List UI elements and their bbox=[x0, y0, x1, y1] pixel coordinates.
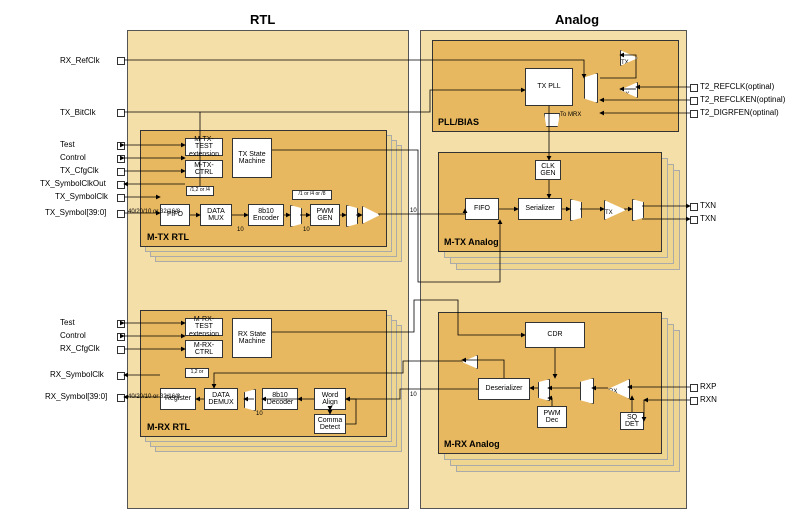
portbox bbox=[117, 142, 125, 150]
diagram-root: RTL Analog M-TX RTL M-TX-TEST extension … bbox=[0, 0, 809, 521]
bus-width-10-c: 10 bbox=[256, 411, 263, 417]
port-tx-cfgclk: TX_CfgClk bbox=[60, 166, 99, 175]
port-rx-test: Test bbox=[60, 318, 75, 327]
block-8b10-dec: 8b10 Decoder bbox=[262, 388, 298, 410]
block-mtx-ctrl: M-TX- CTRL bbox=[185, 160, 223, 178]
portbox bbox=[690, 216, 698, 224]
port-t2-refclk: T2_REFCLK(optinal) bbox=[700, 82, 774, 91]
portbox bbox=[117, 210, 125, 218]
block-mrx-test: M-RX-TEST extension bbox=[185, 318, 223, 336]
bus-width-10-mid: 10 bbox=[410, 208, 417, 214]
block-sq-det: SQ DET bbox=[620, 412, 644, 430]
block-data-mux: DATA MUX bbox=[200, 204, 232, 226]
block-pwm-dec: PWM Dec bbox=[537, 406, 567, 428]
portbox bbox=[690, 203, 698, 211]
port-txn-2: TXN bbox=[700, 214, 716, 223]
label-mtx-analog: M-TX Analog bbox=[444, 237, 499, 247]
portbox bbox=[690, 84, 698, 92]
portbox bbox=[690, 110, 698, 118]
bus-40-20-10-a: 40/20/10 or 32/16/8 bbox=[128, 209, 180, 215]
block-word-align: Word Align bbox=[314, 388, 346, 410]
block-fifo-analog: FIFO bbox=[465, 198, 499, 220]
bus-width-10-rx: 10 bbox=[410, 392, 417, 398]
port-rx-symbolclk: RX_SymbolClk bbox=[50, 370, 104, 379]
portbox bbox=[117, 394, 125, 402]
port-tx-test: Test bbox=[60, 140, 75, 149]
mux-tx-out bbox=[632, 199, 644, 221]
demux-trap bbox=[244, 389, 256, 411]
port-t2-digrfen: T2_DIGRFEN(optinal) bbox=[700, 108, 779, 117]
portbox bbox=[117, 346, 125, 354]
mux-post-pwm bbox=[346, 205, 358, 227]
block-comma-detect: Comma Detect bbox=[314, 414, 346, 434]
portbox bbox=[117, 372, 125, 380]
block-serializer: Serializer bbox=[518, 198, 562, 220]
portbox bbox=[690, 384, 698, 392]
divider-rx-12: 1,2 or bbox=[185, 368, 209, 378]
label-mtx-rtl: M-TX RTL bbox=[147, 232, 189, 242]
block-tx-state: TX State Machine bbox=[232, 138, 272, 178]
block-clk-gen: CLK GEN bbox=[535, 160, 561, 180]
portbox bbox=[117, 168, 125, 176]
port-tx-symbol: TX_Symbol[39:0] bbox=[45, 208, 106, 217]
portbox bbox=[117, 57, 125, 65]
block-8b10-enc: 8b10 Encoder bbox=[248, 204, 284, 226]
bus-width-10-b: 10 bbox=[303, 227, 310, 233]
mux-rx-src bbox=[580, 378, 594, 404]
port-t2-refclken: T2_REFCLKEN(optinal) bbox=[700, 95, 785, 104]
block-mrx-ctrl: M-RX- CTRL bbox=[185, 340, 223, 358]
to-mrx-label: To MRX bbox=[560, 112, 581, 118]
portbox bbox=[117, 194, 125, 202]
block-data-demux: DATA DEMUX bbox=[204, 388, 238, 410]
mux-to-mrx bbox=[544, 113, 560, 127]
port-txn-1: TXN bbox=[700, 201, 716, 210]
bus-40-20-10-b: 40/20/10 or 32/16/8 bbox=[128, 394, 180, 400]
port-rxn: RXN bbox=[700, 395, 717, 404]
block-pwm-gen: PWM GEN bbox=[310, 204, 340, 226]
portbox bbox=[117, 181, 125, 189]
divider-1-4-8: /1 or /4 or /8 bbox=[292, 190, 332, 200]
portbox bbox=[690, 397, 698, 405]
bus-width-10-a: 10 bbox=[237, 227, 244, 233]
portbox bbox=[117, 333, 125, 341]
port-rx-cfgclk: RX_CfgClk bbox=[60, 344, 100, 353]
title-analog: Analog bbox=[555, 12, 599, 27]
portbox bbox=[117, 155, 125, 163]
portbox bbox=[117, 320, 125, 328]
block-cdr: CDR bbox=[525, 322, 585, 348]
mux-post-enc bbox=[290, 205, 302, 227]
mux-refclk-sel bbox=[584, 73, 598, 103]
label-mrx-rtl: M-RX RTL bbox=[147, 422, 190, 432]
label-mrx-analog: M-RX Analog bbox=[444, 439, 500, 449]
block-rx-state: RX State Machine bbox=[232, 318, 272, 358]
port-tx-symbolclk: TX_SymbolClk bbox=[55, 192, 108, 201]
portbox bbox=[690, 97, 698, 105]
block-deserializer: Deserializer bbox=[478, 378, 530, 400]
port-rxp: RXP bbox=[700, 382, 716, 391]
block-mtx-test: M-TX-TEST extension bbox=[185, 138, 223, 156]
mux-deserializer bbox=[538, 379, 550, 401]
port-tx-control: Control bbox=[60, 153, 86, 162]
port-tx-symbolclkout: TX_SymbolClkOut bbox=[40, 179, 106, 188]
title-rtl: RTL bbox=[250, 12, 275, 27]
port-tx-bitclk: TX_BitClk bbox=[60, 108, 96, 117]
label-pll-bias: PLL/BIAS bbox=[438, 117, 479, 127]
divider-12-4: /1,2 or /4 bbox=[186, 186, 214, 196]
block-tx-pll: TX PLL bbox=[525, 68, 573, 106]
port-rx-symbol: RX_Symbol[39:0] bbox=[45, 392, 107, 401]
port-rx-control: Control bbox=[60, 331, 86, 340]
mux-serializer bbox=[570, 199, 582, 221]
port-rx-refclk: RX_RefClk bbox=[60, 56, 100, 65]
portbox bbox=[117, 109, 125, 117]
block-fifo: FIFO bbox=[160, 204, 190, 226]
